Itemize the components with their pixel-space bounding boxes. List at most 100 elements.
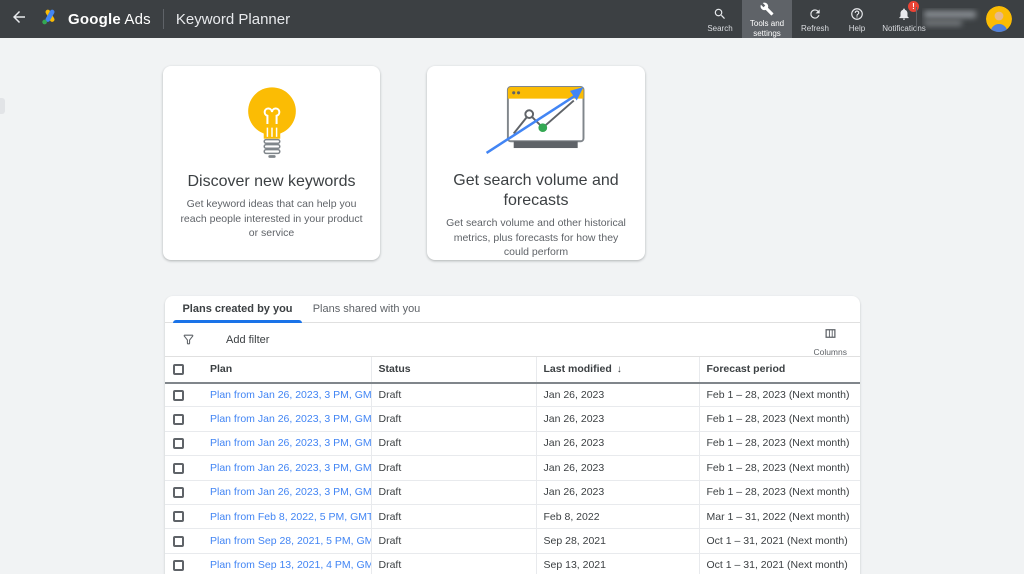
status-cell: Draft bbox=[371, 529, 536, 553]
plan-cell: Plan from Jan 26, 2023, 3 PM, GMT-07:00 bbox=[210, 431, 371, 455]
avatar[interactable] bbox=[986, 6, 1012, 32]
select-all-checkbox[interactable] bbox=[173, 364, 184, 375]
plan-link[interactable]: Plan from Jan 26, 2023, 3 PM, GMT-07:00 bbox=[210, 413, 371, 425]
top-app-bar: Google Ads Keyword Planner Search Tools … bbox=[0, 0, 1024, 38]
plan-link[interactable]: Plan from Jan 26, 2023, 3 PM, GMT-07:00 bbox=[210, 462, 371, 474]
table-row: Plan from Jan 26, 2023, 3 PM, GMT-07:00D… bbox=[165, 456, 860, 480]
table-row: Plan from Jan 26, 2023, 3 PM, GMT-07:00D… bbox=[165, 431, 860, 455]
plan-cell: Plan from Feb 8, 2022, 5 PM, GMT-07:00 bbox=[210, 504, 371, 528]
plans-table-body: Plan from Jan 26, 2023, 3 PM, GMT-07:00D… bbox=[165, 383, 860, 574]
card-description: Get keyword ideas that can help you reac… bbox=[163, 192, 380, 241]
account-info-redacted bbox=[922, 8, 982, 30]
plan-link[interactable]: Plan from Jan 26, 2023, 3 PM, GMT-07:00 bbox=[210, 389, 371, 401]
search-button[interactable]: Search bbox=[698, 0, 742, 38]
row-checkbox[interactable] bbox=[173, 536, 184, 547]
card-description: Get search volume and other historical m… bbox=[427, 211, 645, 260]
last-modified-cell: Sep 13, 2021 bbox=[536, 553, 699, 574]
forecast-period-cell: Feb 1 – 28, 2023 (Next month) bbox=[699, 480, 860, 504]
plan-cell: Plan from Jan 26, 2023, 3 PM, GMT-07:00 bbox=[210, 407, 371, 431]
columns-button[interactable]: Columns bbox=[813, 326, 847, 357]
refresh-button[interactable]: Refresh bbox=[792, 0, 838, 38]
last-modified-cell: Jan 26, 2023 bbox=[536, 407, 699, 431]
plan-link[interactable]: Plan from Jan 26, 2023, 3 PM, GMT-07:00 bbox=[210, 437, 371, 449]
collapsed-panel-handle[interactable] bbox=[0, 98, 5, 114]
plan-cell: Plan from Jan 26, 2023, 3 PM, GMT-07:00 bbox=[210, 480, 371, 504]
row-checkbox[interactable] bbox=[173, 463, 184, 474]
column-header-last-modified[interactable]: Last modified↓ bbox=[536, 357, 699, 383]
forecast-period-cell: Feb 1 – 28, 2023 (Next month) bbox=[699, 431, 860, 455]
google-ads-logo-icon bbox=[40, 7, 60, 32]
table-row: Plan from Sep 28, 2021, 5 PM, GMT-07:00D… bbox=[165, 529, 860, 553]
wordmark: Google Ads bbox=[68, 11, 151, 28]
forecast-period-cell: Oct 1 – 31, 2021 (Next month) bbox=[699, 553, 860, 574]
back-button[interactable] bbox=[0, 0, 38, 38]
forecast-period-cell: Feb 1 – 28, 2023 (Next month) bbox=[699, 407, 860, 431]
help-button[interactable]: Help bbox=[838, 0, 876, 38]
plans-tabs: Plans created by you Plans shared with y… bbox=[165, 296, 860, 323]
card-title: Discover new keywords bbox=[167, 172, 375, 192]
plan-cell: Plan from Sep 28, 2021, 5 PM, GMT-07:00 bbox=[210, 529, 371, 553]
column-header-plan[interactable]: Plan bbox=[210, 357, 371, 383]
last-modified-cell: Jan 26, 2023 bbox=[536, 456, 699, 480]
plan-link[interactable]: Plan from Sep 28, 2021, 5 PM, GMT-07:00 bbox=[210, 535, 371, 547]
plan-cell: Plan from Jan 26, 2023, 3 PM, GMT-07:00 bbox=[210, 383, 371, 407]
table-row: Plan from Feb 8, 2022, 5 PM, GMT-07:00Dr… bbox=[165, 504, 860, 528]
row-checkbox[interactable] bbox=[173, 560, 184, 571]
forecast-period-cell: Feb 1 – 28, 2023 (Next month) bbox=[699, 456, 860, 480]
row-checkbox[interactable] bbox=[173, 487, 184, 498]
tab-plans-shared-with-you[interactable]: Plans shared with you bbox=[302, 296, 431, 322]
forecast-period-cell: Oct 1 – 31, 2021 (Next month) bbox=[699, 529, 860, 553]
refresh-icon bbox=[808, 7, 822, 21]
wrench-icon bbox=[760, 2, 774, 16]
bell-icon: ! bbox=[897, 7, 911, 21]
back-arrow-icon bbox=[10, 8, 28, 31]
topbar-divider bbox=[916, 7, 917, 31]
table-row: Plan from Jan 26, 2023, 3 PM, GMT-07:00D… bbox=[165, 407, 860, 431]
status-cell: Draft bbox=[371, 480, 536, 504]
forecast-period-cell: Mar 1 – 31, 2022 (Next month) bbox=[699, 504, 860, 528]
plan-link[interactable]: Plan from Jan 26, 2023, 3 PM, GMT-07:00 bbox=[210, 486, 371, 498]
status-cell: Draft bbox=[371, 383, 536, 407]
row-checkbox[interactable] bbox=[173, 438, 184, 449]
status-cell: Draft bbox=[371, 504, 536, 528]
page-title: Keyword Planner bbox=[176, 11, 290, 28]
last-modified-cell: Jan 26, 2023 bbox=[536, 431, 699, 455]
notification-badge: ! bbox=[908, 1, 919, 12]
last-modified-cell: Sep 28, 2021 bbox=[536, 529, 699, 553]
topbar-nav: Search Tools and settings Refresh Help ! bbox=[698, 0, 932, 38]
forecast-period-cell: Feb 1 – 28, 2023 (Next month) bbox=[699, 383, 860, 407]
status-cell: Draft bbox=[371, 456, 536, 480]
search-icon bbox=[713, 7, 727, 21]
table-row: Plan from Jan 26, 2023, 3 PM, GMT-07:00D… bbox=[165, 383, 860, 407]
sort-descending-icon: ↓ bbox=[617, 364, 622, 375]
row-checkbox[interactable] bbox=[173, 414, 184, 425]
get-search-volume-card[interactable]: Get search volume and forecasts Get sear… bbox=[427, 66, 645, 260]
help-icon bbox=[850, 7, 864, 21]
table-row: Plan from Jan 26, 2023, 3 PM, GMT-07:00D… bbox=[165, 480, 860, 504]
plan-link[interactable]: Plan from Sep 13, 2021, 4 PM, GMT-07:00 bbox=[210, 559, 371, 571]
column-header-forecast-period[interactable]: Forecast period bbox=[699, 357, 860, 383]
table-row: Plan from Sep 13, 2021, 4 PM, GMT-07:00D… bbox=[165, 553, 860, 574]
table-header-row: Plan Status Last modified↓ Forecast peri… bbox=[165, 357, 860, 383]
tools-and-settings-button[interactable]: Tools and settings bbox=[742, 0, 792, 38]
lightbulb-icon bbox=[239, 66, 305, 172]
columns-icon bbox=[823, 326, 838, 346]
last-modified-cell: Jan 26, 2023 bbox=[536, 383, 699, 407]
plan-cell: Plan from Sep 13, 2021, 4 PM, GMT-07:00 bbox=[210, 553, 371, 574]
column-header-status[interactable]: Status bbox=[371, 357, 536, 383]
tab-plans-created-by-you[interactable]: Plans created by you bbox=[173, 296, 302, 322]
status-cell: Draft bbox=[371, 431, 536, 455]
filter-funnel-icon[interactable] bbox=[182, 333, 195, 346]
row-checkbox[interactable] bbox=[173, 390, 184, 401]
plans-table: Plan Status Last modified↓ Forecast peri… bbox=[165, 356, 860, 574]
add-filter-button[interactable]: Add filter bbox=[226, 334, 269, 346]
google-ads-logo[interactable]: Google Ads bbox=[40, 7, 151, 32]
discover-new-keywords-card[interactable]: Discover new keywords Get keyword ideas … bbox=[163, 66, 380, 260]
status-cell: Draft bbox=[371, 553, 536, 574]
plan-link[interactable]: Plan from Feb 8, 2022, 5 PM, GMT-07:00 bbox=[210, 511, 371, 523]
plan-cell: Plan from Jan 26, 2023, 3 PM, GMT-07:00 bbox=[210, 456, 371, 480]
card-title: Get search volume and forecasts bbox=[427, 171, 645, 211]
forecast-chart-icon bbox=[473, 66, 599, 171]
row-checkbox[interactable] bbox=[173, 511, 184, 522]
last-modified-cell: Jan 26, 2023 bbox=[536, 480, 699, 504]
